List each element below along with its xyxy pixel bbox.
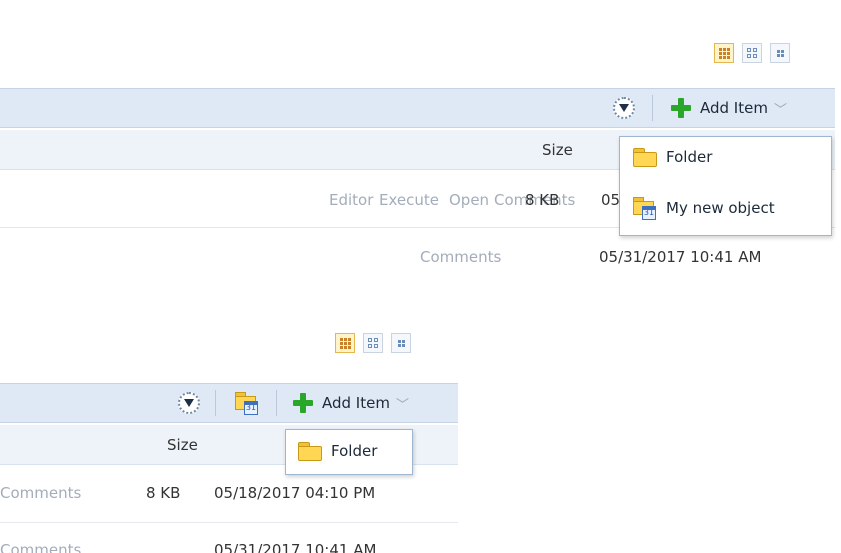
menu-item-my-new-object[interactable]: 31 My new object	[632, 195, 775, 221]
column-header-size[interactable]: Size	[167, 436, 198, 454]
toolbar-divider	[276, 390, 277, 416]
refresh-button[interactable]	[613, 97, 635, 119]
column-header-size[interactable]: Size	[542, 141, 573, 159]
modified-cell: 05/31/2017 10:41 AM	[214, 541, 377, 553]
comments-link[interactable]: Comments	[0, 484, 81, 502]
list-view-button[interactable]	[714, 43, 734, 63]
medium-icons-view-button[interactable]	[742, 43, 762, 63]
add-item-button[interactable]: Add Item ﹀	[670, 97, 787, 119]
toolbar-divider	[652, 95, 653, 121]
add-item-button[interactable]: Add Item ﹀	[292, 392, 409, 414]
toolbar: 31 Add Item ﹀	[0, 383, 458, 423]
plus-icon	[292, 392, 314, 414]
modified-cell: 05/18/2017 04:10 PM	[214, 484, 376, 502]
add-item-menu: Folder	[285, 429, 413, 475]
menu-item-folder[interactable]: Folder	[632, 147, 712, 167]
small-icons-view-button[interactable]	[770, 43, 790, 63]
refresh-button[interactable]	[178, 392, 200, 414]
top-screenshot-panel: Add Item ﹀ Size Editor Execute Open Comm…	[0, 0, 841, 272]
new-object-button[interactable]: 31	[234, 390, 260, 416]
small-icons-view-button[interactable]	[391, 333, 411, 353]
folder-icon	[297, 441, 323, 461]
refresh-icon	[613, 97, 635, 119]
folder-icon	[632, 147, 658, 167]
chevron-down-icon: ﹀	[395, 397, 409, 413]
menu-item-label: My new object	[666, 199, 775, 217]
object-icon: 31	[632, 195, 658, 221]
chevron-down-icon: ﹀	[773, 102, 787, 118]
object-icon: 31	[234, 390, 260, 416]
add-item-label: Add Item	[322, 394, 390, 412]
comments-link[interactable]: Comments	[420, 248, 501, 266]
list-view-button[interactable]	[335, 333, 355, 353]
add-item-label: Add Item	[700, 99, 768, 117]
menu-item-folder[interactable]: Folder	[297, 441, 377, 461]
toolbar-divider	[215, 390, 216, 416]
size-cell: 8 KB	[525, 191, 560, 209]
bottom-screenshot-panel: 31 Add Item ﹀ Size Comments 8 KB 05/18/2…	[0, 287, 463, 553]
table-row[interactable]: Comments 05/31/2017 10:41 AM	[0, 523, 458, 553]
execute-link[interactable]: Execute	[379, 191, 439, 209]
modified-cell: 05	[601, 191, 621, 209]
screenshot-separator	[0, 272, 841, 287]
modified-cell: 05/31/2017 10:41 AM	[599, 248, 762, 266]
refresh-icon	[178, 392, 200, 414]
editor-link[interactable]: Editor	[329, 191, 373, 209]
menu-item-label: Folder	[666, 148, 713, 166]
size-cell: 8 KB	[146, 484, 181, 502]
plus-icon	[670, 97, 692, 119]
menu-item-label: Folder	[331, 442, 378, 460]
comments-link[interactable]: Comments	[0, 541, 81, 553]
open-link[interactable]: Open	[449, 191, 489, 209]
view-mode-buttons	[714, 43, 790, 63]
medium-icons-view-button[interactable]	[363, 333, 383, 353]
table-row[interactable]: Comments 8 KB 05/18/2017 04:10 PM	[0, 467, 458, 523]
view-mode-buttons	[335, 333, 411, 353]
toolbar: Add Item ﹀	[0, 88, 835, 128]
add-item-menu: Folder 31 My new object	[619, 136, 832, 236]
